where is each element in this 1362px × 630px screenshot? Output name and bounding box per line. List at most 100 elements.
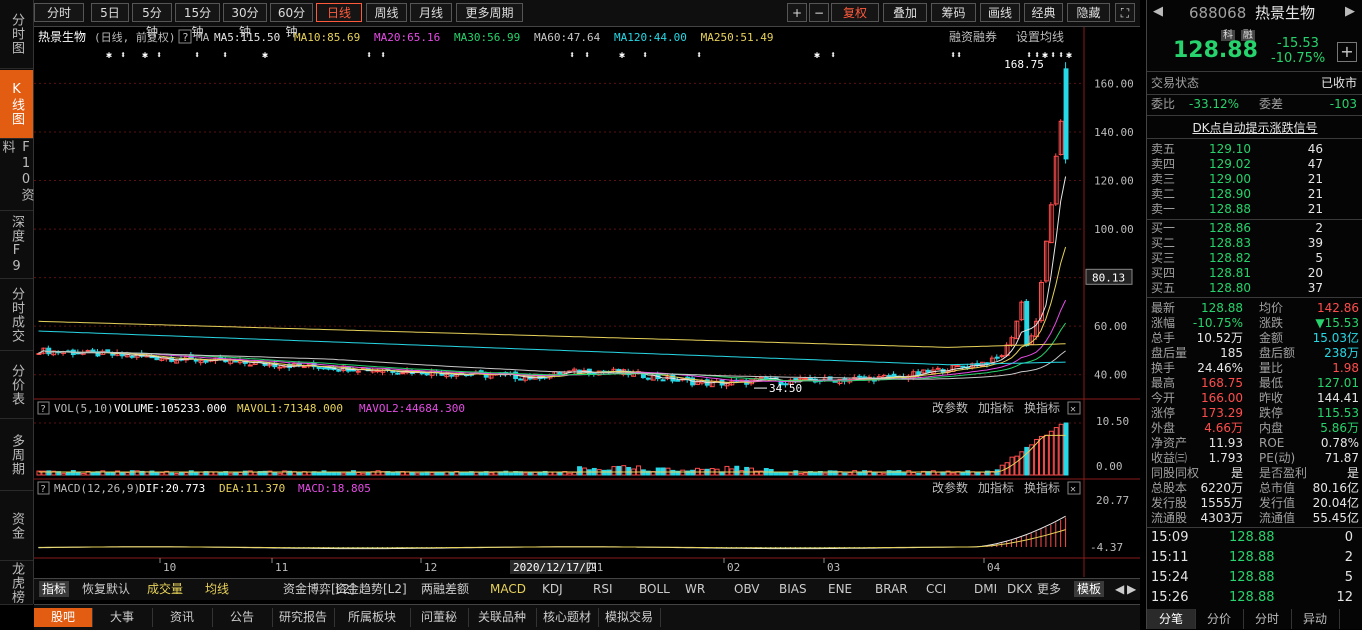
vol-action-0[interactable]: 改参数 (932, 400, 968, 415)
page-tab-6[interactable]: 问董秘 (410, 608, 469, 627)
quote-tab-3[interactable]: 异动 (1291, 609, 1340, 629)
asks-row-3[interactable]: 卖二 128.90 21 (1147, 187, 1362, 202)
page-tab-7[interactable]: 关联品种 (468, 608, 537, 627)
kline-chart-svg[interactable]: 160.00140.00120.00100.0080.0060.0040.008… (34, 27, 1140, 577)
macd-action-0[interactable]: 改参数 (932, 480, 968, 495)
indicator-tab-20[interactable]: 模板 (1074, 581, 1105, 597)
event-marker[interactable]: ⬍ (1058, 50, 1064, 61)
event-marker[interactable]: ⬍ (642, 50, 648, 61)
page-tab-4[interactable]: 研究报告 (272, 608, 335, 627)
period-tab-9[interactable]: 更多周期 (456, 3, 523, 22)
left-tab-0[interactable]: 分时图 (0, 0, 33, 69)
page-tab-5[interactable]: 所属板块 (334, 608, 411, 627)
tool-button-1[interactable]: − (809, 3, 829, 22)
indicator-tab-18[interactable]: DKX (1004, 581, 1035, 597)
period-tab-3[interactable]: 15分钟 (175, 3, 220, 39)
macd-action-1[interactable]: 加指标 (978, 480, 1014, 495)
event-marker[interactable]: ✱ (106, 50, 112, 61)
margin-trading-link[interactable]: 融资融券 (949, 29, 997, 44)
indicator-tab-5[interactable]: 资金趋势[L2] (332, 581, 410, 597)
vol-action-2[interactable]: 换指标 (1024, 400, 1060, 415)
event-marker[interactable]: ✱ (814, 50, 820, 61)
bids-row-4[interactable]: 买五 128.80 37 (1147, 281, 1362, 296)
event-marker[interactable]: ⬍ (956, 50, 962, 61)
asks-row-1[interactable]: 卖四 129.02 47 (1147, 157, 1362, 172)
quote-tab-2[interactable]: 分时 (1243, 609, 1292, 629)
left-tab-8[interactable]: 龙虎榜 (0, 562, 33, 605)
macd-action-2[interactable]: 换指标 (1024, 480, 1060, 495)
event-marker[interactable]: ✱ (619, 50, 625, 61)
bids-row-1[interactable]: 买二 128.83 39 (1147, 236, 1362, 251)
set-ma-link[interactable]: 设置均线 (1016, 30, 1064, 44)
asks-row-4[interactable]: 卖一 128.88 21 (1147, 202, 1362, 217)
page-tab-0[interactable]: 股吧 (34, 608, 93, 627)
indicator-tab-13[interactable]: BIAS (776, 581, 810, 597)
indicator-tab-16[interactable]: CCI (923, 581, 949, 597)
quote-tab-1[interactable]: 分价 (1195, 609, 1244, 629)
indicator-tab-7[interactable]: MACD (487, 581, 529, 597)
left-tab-2[interactable]: F10资料 (0, 140, 34, 211)
event-marker[interactable]: ⬍ (1050, 50, 1056, 61)
period-tab-5[interactable]: 60分钟 (270, 3, 313, 39)
event-marker[interactable]: ⬍ (366, 50, 372, 61)
prev-stock-arrow[interactable]: ◀ (1153, 4, 1163, 19)
event-marker[interactable]: ⬍ (380, 50, 386, 61)
event-marker[interactable]: ✱ (262, 50, 268, 61)
page-tab-1[interactable]: 大事 (92, 608, 153, 627)
indicator-tab-3[interactable]: 均线 (202, 581, 232, 597)
asks-row-0[interactable]: 卖五 129.10 46 (1147, 142, 1362, 157)
scroll-right-icon[interactable]: ▶ (1124, 581, 1139, 597)
next-stock-arrow[interactable]: ▶ (1345, 4, 1355, 19)
period-tab-2[interactable]: 5分钟 (132, 3, 172, 39)
add-watchlist-button[interactable]: + (1337, 42, 1357, 62)
left-tab-3[interactable]: 深度F9 (0, 212, 33, 279)
event-marker[interactable]: ⬍ (156, 50, 162, 61)
asks-row-2[interactable]: 卖三 129.00 21 (1147, 172, 1362, 187)
tool-button-7[interactable]: 隐藏 (1067, 3, 1110, 22)
event-marker[interactable]: ⬍ (584, 50, 590, 61)
event-marker[interactable]: ⬍ (830, 50, 836, 61)
indicator-tab-8[interactable]: KDJ (539, 581, 566, 597)
tool-button-4[interactable]: 筹码 (931, 3, 976, 22)
indicator-tab-6[interactable]: 两融差额 (418, 581, 472, 597)
tool-button-6[interactable]: 经典 (1024, 3, 1063, 22)
tool-button-5[interactable]: 画线 (980, 3, 1020, 22)
event-marker[interactable]: ✱ (142, 50, 148, 61)
period-tab-8[interactable]: 月线 (410, 3, 452, 22)
kline-chart-area[interactable]: 160.00140.00120.00100.0080.0060.0040.008… (34, 27, 1140, 577)
tool-button-2[interactable]: 复权 (831, 3, 879, 22)
indicator-tab-9[interactable]: RSI (590, 581, 616, 597)
indicator-tab-14[interactable]: ENE (825, 581, 855, 597)
period-tab-7[interactable]: 周线 (366, 3, 407, 22)
event-marker[interactable]: ⬍ (222, 50, 228, 61)
indicator-tab-17[interactable]: DMI (971, 581, 1000, 597)
page-tab-8[interactable]: 核心题材 (536, 608, 599, 627)
left-tab-1[interactable]: K线图 (0, 70, 33, 139)
bids-row-2[interactable]: 买三 128.82 5 (1147, 251, 1362, 266)
indicator-tab-11[interactable]: WR (682, 581, 708, 597)
vol-action-1[interactable]: 加指标 (978, 400, 1014, 415)
event-marker[interactable]: ⬍ (569, 50, 575, 61)
bids-row-0[interactable]: 买一 128.86 2 (1147, 221, 1362, 236)
left-tab-5[interactable]: 分价表 (0, 352, 33, 419)
period-tab-0[interactable]: 分时 (34, 3, 84, 22)
page-tab-9[interactable]: 模拟交易 (598, 608, 661, 627)
left-tab-4[interactable]: 分时成交 (0, 280, 33, 351)
bids-row-3[interactable]: 买四 128.81 20 (1147, 266, 1362, 281)
indicator-tab-15[interactable]: BRAR (872, 581, 911, 597)
event-marker[interactable]: ⬍ (120, 50, 126, 61)
page-tab-2[interactable]: 资讯 (152, 608, 213, 627)
indicator-tab-10[interactable]: BOLL (636, 581, 673, 597)
tool-button-3[interactable]: 叠加 (883, 3, 927, 22)
indicator-tab-1[interactable]: 恢复默认 (79, 581, 133, 597)
dk-signal-link[interactable]: DK点自动提示涨跌信号 (1147, 119, 1362, 136)
event-marker[interactable]: ⬍ (194, 50, 200, 61)
left-tab-7[interactable]: 资金 (0, 492, 33, 561)
event-marker[interactable]: ✱ (1066, 50, 1072, 61)
period-tab-1[interactable]: 5日 (91, 3, 129, 22)
period-tab-6[interactable]: 日线 (316, 3, 362, 22)
quote-tab-0[interactable]: 分笔 (1147, 609, 1196, 629)
indicator-tab-12[interactable]: OBV (731, 581, 763, 597)
period-tab-4[interactable]: 30分钟 (223, 3, 267, 39)
event-marker[interactable]: ⬍ (696, 50, 702, 61)
